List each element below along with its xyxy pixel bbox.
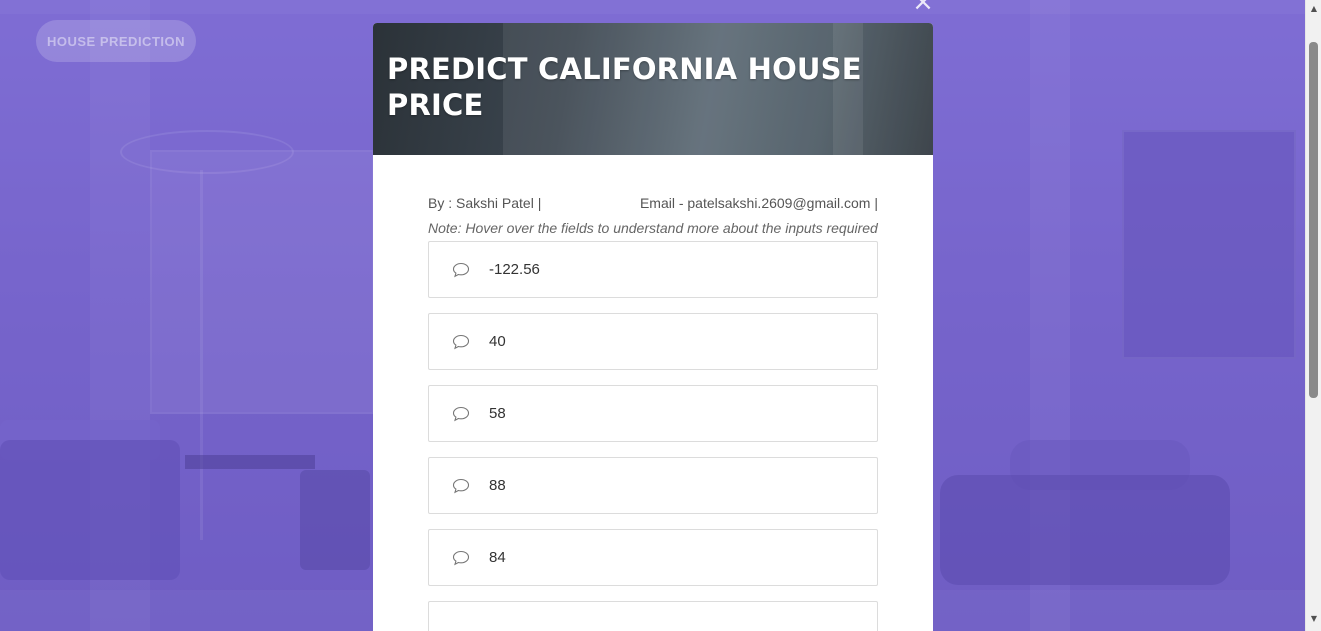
- scroll-up-icon[interactable]: ▲: [1309, 4, 1319, 14]
- page-scrollbar[interactable]: ▲ ▼: [1305, 0, 1321, 631]
- comment-icon: [451, 476, 471, 496]
- author-label: By : Sakshi Patel |: [428, 195, 542, 211]
- comment-icon: [451, 404, 471, 424]
- comment-icon: [451, 260, 471, 280]
- input-field-latitude[interactable]: [428, 313, 878, 370]
- byline: By : Sakshi Patel | Email - patelsakshi.…: [428, 195, 878, 211]
- comment-icon: [451, 548, 471, 568]
- close-icon[interactable]: ×: [912, 0, 934, 15]
- scroll-thumb[interactable]: [1309, 42, 1318, 398]
- field-input[interactable]: [489, 477, 839, 494]
- input-field-housing-age[interactable]: [428, 385, 878, 442]
- input-field-next[interactable]: [428, 601, 878, 631]
- input-field-longitude[interactable]: [428, 241, 878, 298]
- field-input[interactable]: [489, 261, 839, 278]
- field-input[interactable]: [489, 405, 839, 422]
- email-label: Email - patelsakshi.2609@gmail.com |: [639, 195, 878, 211]
- modal-header: PREDICT CALIFORNIA HOUSE PRICE: [373, 23, 933, 155]
- input-note: Note: Hover over the fields to understan…: [428, 220, 878, 236]
- scroll-down-icon[interactable]: ▼: [1309, 614, 1319, 624]
- field-input[interactable]: [489, 549, 839, 566]
- house-prediction-button[interactable]: HOUSE PREDICTION: [36, 20, 196, 62]
- page: HOUSE PREDICTION × PREDICT CALIFORNIA HO…: [0, 0, 1321, 631]
- modal-title: PREDICT CALIFORNIA HOUSE PRICE: [387, 52, 862, 122]
- comment-icon: [451, 332, 471, 352]
- prediction-modal: PREDICT CALIFORNIA HOUSE PRICE By : Saks…: [373, 23, 933, 631]
- modal-body: By : Sakshi Patel | Email - patelsakshi.…: [373, 155, 933, 631]
- input-field-total-rooms[interactable]: [428, 457, 878, 514]
- field-input[interactable]: [489, 333, 839, 350]
- input-field-total-bedrooms[interactable]: [428, 529, 878, 586]
